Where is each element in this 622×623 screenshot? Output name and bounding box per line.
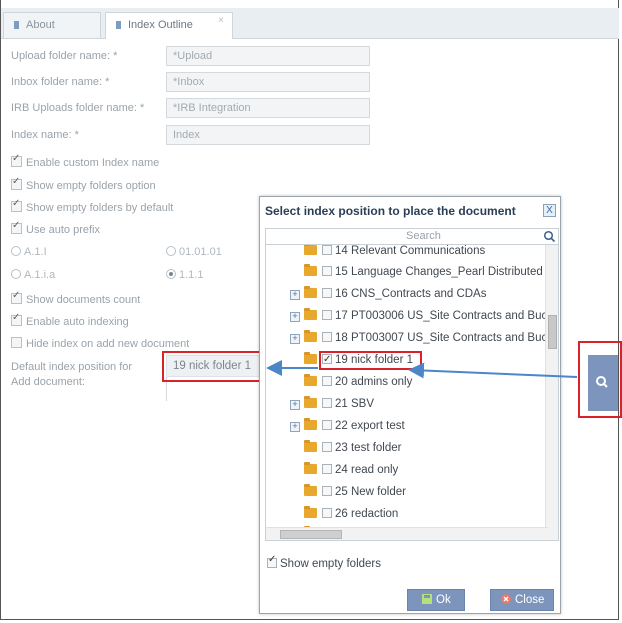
annotation-arrows (266, 360, 578, 379)
arrow-to-tree-node (408, 362, 578, 379)
